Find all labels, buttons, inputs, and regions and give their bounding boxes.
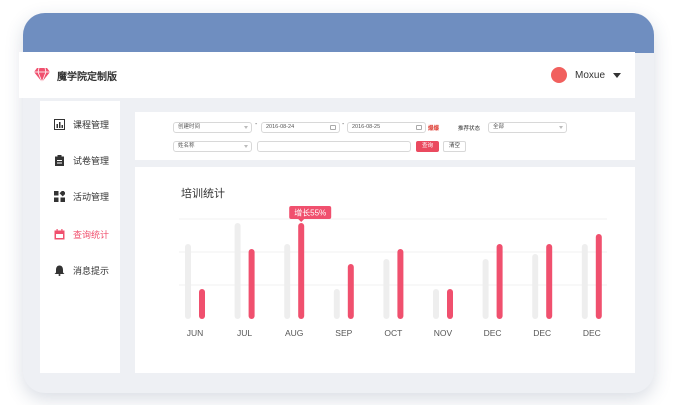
- bar-gray: [234, 223, 241, 319]
- grid-icon: [54, 190, 65, 202]
- annotation-text: 增长55%: [294, 208, 326, 218]
- app-header: 魔学院定制版 Moxue: [19, 52, 635, 98]
- sidebar-item-exams[interactable]: 试卷管理: [54, 151, 109, 169]
- created-time-select[interactable]: 创建时间: [173, 122, 252, 133]
- x-tick-label: AUG: [285, 328, 303, 338]
- end-date-value: 2016-08-25: [352, 124, 381, 130]
- calendar-icon: [416, 125, 422, 130]
- search-input[interactable]: [257, 141, 411, 152]
- bar-accent: [397, 249, 404, 319]
- bar-accent: [347, 264, 354, 319]
- bar-accent: [199, 289, 205, 319]
- sidebar-item-label: 活动管理: [73, 191, 110, 202]
- x-tick-label: JUN: [187, 328, 204, 338]
- app-title: 魔学院定制版: [57, 71, 117, 83]
- bar-gray: [532, 254, 539, 319]
- bar-accent: [546, 244, 553, 319]
- bar-gray: [433, 289, 439, 319]
- status-select[interactable]: 全部: [488, 122, 567, 133]
- bar-gray: [333, 289, 340, 319]
- bell-icon: [54, 265, 65, 276]
- bar-accent: [595, 234, 602, 319]
- bar-gray: [185, 244, 191, 319]
- sidebar-item-activities[interactable]: 活动管理: [54, 187, 109, 205]
- sidebar-item-messages[interactable]: 消息提示: [54, 261, 109, 279]
- name-select-value: 姓名称: [178, 143, 195, 149]
- query-button[interactable]: 查询: [416, 141, 439, 152]
- range-dash: -: [255, 121, 258, 128]
- calendar-icon: [330, 125, 336, 130]
- start-date-value: 2016-08-24: [266, 124, 295, 130]
- range-dash: -: [342, 121, 345, 128]
- avatar[interactable]: [550, 67, 567, 83]
- bar-accent: [248, 249, 255, 319]
- diamond-logo-icon: [34, 67, 50, 83]
- created-time-select-value: 创建时间: [178, 124, 201, 130]
- x-tick-label: OCT: [384, 328, 402, 338]
- sidebar: 课程管理 试卷管理 活动管理 查询统计 消息提示: [40, 101, 120, 373]
- clear-button[interactable]: 清空: [443, 141, 466, 152]
- user-menu[interactable]: Moxue: [550, 67, 621, 83]
- sidebar-item-label: 消息提示: [73, 265, 110, 276]
- x-tick-label: DEC: [533, 328, 551, 338]
- chart-panel: 培训统计 JUN JUL AUG SEP OCT NOV DEC DEC DEC 增长55%: [135, 167, 635, 373]
- sidebar-item-statistics[interactable]: 查询统计: [54, 225, 109, 243]
- annotation-callout: 增长55%: [289, 206, 332, 222]
- user-name[interactable]: Moxue: [575, 70, 605, 81]
- chevron-down-icon: [244, 126, 248, 129]
- sidebar-item-label: 课程管理: [73, 119, 110, 130]
- bar-gray: [383, 259, 390, 319]
- annotation-pointer: [298, 219, 305, 222]
- x-tick-label: NOV: [434, 328, 453, 338]
- x-tick-label: SEP: [335, 328, 352, 338]
- chevron-down-icon: [244, 145, 248, 148]
- clipboard-icon: [55, 154, 64, 166]
- start-date-field[interactable]: 2016-08-24: [261, 122, 340, 133]
- status-label: 推荐状态: [458, 126, 481, 132]
- hot-tag: 爆爆: [428, 126, 440, 132]
- bar-accent: [298, 223, 305, 319]
- chevron-down-icon: [559, 126, 563, 129]
- bar-accent: [447, 289, 453, 319]
- bar-gray: [482, 259, 489, 319]
- filter-panel: 创建时间 - 2016-08-24 - 2016-08-25 爆爆 推荐状态 全…: [135, 112, 635, 160]
- bar-accent: [496, 244, 503, 319]
- window-top-bar: [23, 13, 654, 53]
- x-tick-label: JUL: [237, 328, 252, 338]
- sidebar-item-label: 试卷管理: [73, 155, 110, 166]
- sidebar-item-courses[interactable]: 课程管理: [54, 115, 109, 133]
- end-date-field[interactable]: 2016-08-25: [347, 122, 426, 133]
- x-tick-label: DEC: [583, 328, 601, 338]
- calendar-icon: [54, 228, 65, 239]
- bar-gray: [284, 244, 291, 319]
- x-tick-label: DEC: [484, 328, 502, 338]
- sidebar-item-label: 查询统计: [73, 229, 110, 240]
- caret-down-icon[interactable]: [613, 72, 621, 78]
- name-select[interactable]: 姓名称: [173, 141, 252, 152]
- bar-chart: JUN JUL AUG SEP OCT NOV DEC DEC DEC 增长55%: [179, 206, 607, 338]
- bar-chart-icon: [54, 118, 65, 130]
- bar-gray: [581, 244, 588, 319]
- status-select-value: 全部: [493, 124, 505, 130]
